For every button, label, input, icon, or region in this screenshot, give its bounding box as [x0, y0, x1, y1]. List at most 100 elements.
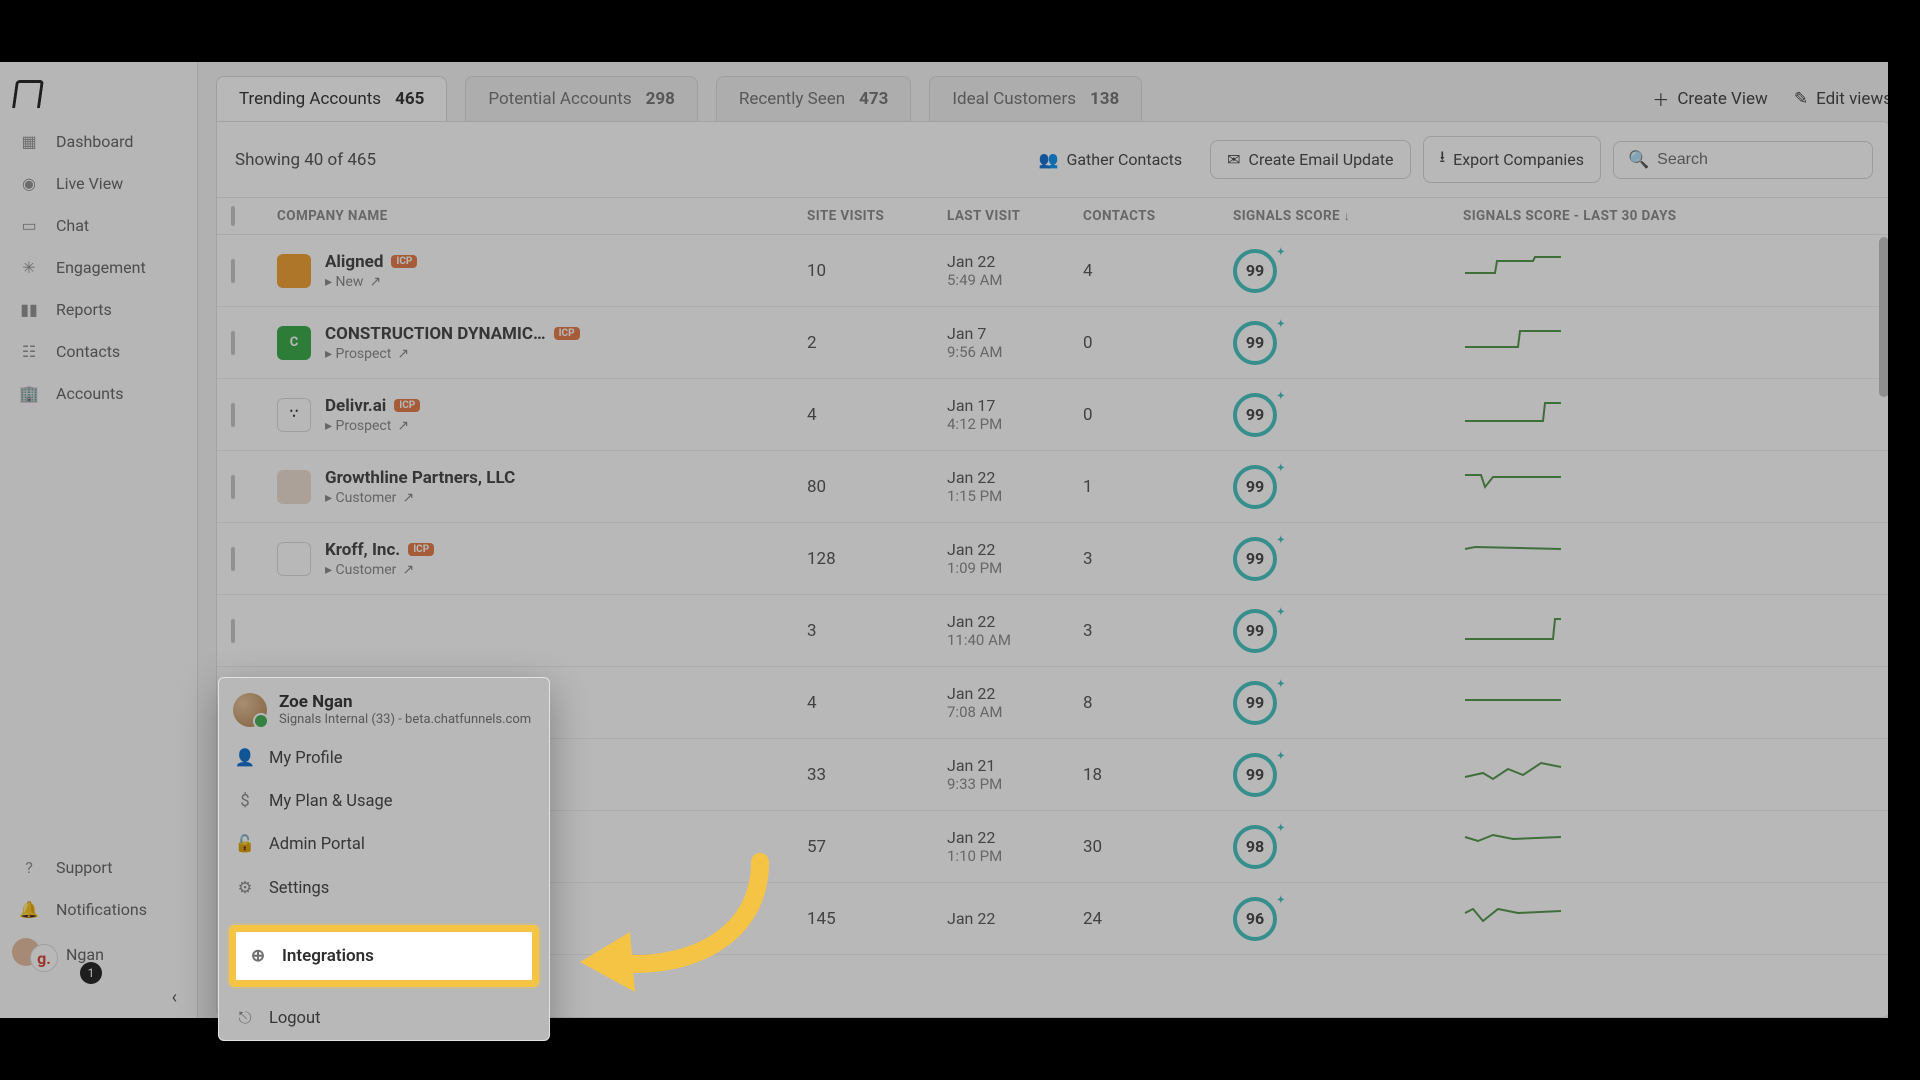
engagement-icon: ✳ [18, 256, 40, 278]
col-score[interactable]: SIGNALS SCORE ↓ [1233, 208, 1463, 224]
sidebar-item-label: Engagement [56, 258, 146, 277]
contacts-count: 18 [1083, 765, 1233, 785]
company-name: Kroff, Inc. ICP [325, 540, 434, 560]
menu-admin-portal[interactable]: 🔓 Admin Portal [219, 823, 549, 866]
view-tabs: Trending Accounts465 Potential Accounts29… [216, 76, 1892, 121]
table-row[interactable]: Kroff, Inc. ICP ▸ Customer ↗ 128Jan 221:09… [217, 523, 1891, 595]
col-score30[interactable]: SIGNALS SCORE - LAST 30 DAYS [1463, 208, 1823, 224]
company-name: CONSTRUCTION DYNAMIC… ICP [325, 324, 580, 344]
table-row[interactable]: Growthline Partners, LLC▸ Customer ↗80Ja… [217, 451, 1891, 523]
menu-logout[interactable]: ⎋ Logout [219, 997, 549, 1040]
collapse-sidebar-button[interactable]: ‹ [172, 987, 177, 1008]
sidebar-item-accounts[interactable]: 🏢 Accounts [0, 372, 197, 414]
scrollbar-thumb[interactable] [1879, 237, 1889, 397]
site-visits: 80 [807, 477, 947, 497]
icp-badge: ICP [408, 543, 434, 556]
signals-score: 98 [1233, 825, 1277, 869]
menu-settings[interactable]: ⚙ Settings [219, 866, 549, 910]
popup-user-name: Zoe Ngan [279, 692, 531, 712]
sidebar-item-support[interactable]: ? Support [0, 846, 197, 888]
highlight-integrations[interactable]: ⊕ Integrations [229, 925, 539, 987]
external-link-icon[interactable]: ↗ [369, 274, 381, 290]
sidebar-item-notifications[interactable]: 🔔 Notifications [0, 888, 197, 930]
sort-desc-icon: ↓ [1344, 209, 1350, 223]
site-visits: 3 [807, 621, 947, 641]
sidebar-item-label: Accounts [56, 384, 123, 403]
last-visit-date: Jan 22 [947, 684, 1083, 703]
col-visits[interactable]: SITE VISITS [807, 208, 947, 224]
last-visit-time: 1:10 PM [947, 847, 1083, 865]
external-link-icon[interactable]: ↗ [402, 490, 414, 506]
last-visit-date: Jan 22 [947, 252, 1083, 271]
last-visit-time: 11:40 AM [947, 631, 1083, 649]
lock-icon: 🔓 [235, 835, 255, 854]
create-email-update-button[interactable]: ✉ Create Email Update [1210, 140, 1410, 179]
sidebar-item-label: Support [56, 858, 112, 877]
signals-score: 99 [1233, 753, 1277, 797]
company-logo: ∵ [277, 398, 311, 432]
col-lastvisit[interactable]: LAST VISIT [947, 208, 1083, 224]
bell-icon: 🔔 [18, 898, 40, 920]
table-row[interactable]: ∵Delivr.ai ICP▸ Prospect ↗4Jan 174:12 PM… [217, 379, 1891, 451]
dashboard-icon: ▦ [18, 130, 40, 152]
last-visit-date: Jan 22 [947, 468, 1083, 487]
signals-score: 99 [1233, 465, 1277, 509]
row-checkbox[interactable] [231, 259, 235, 283]
row-checkbox[interactable] [231, 403, 235, 427]
menu-plan-usage[interactable]: $ My Plan & Usage [219, 780, 549, 823]
col-company[interactable]: COMPANY NAME [277, 208, 807, 224]
row-checkbox[interactable] [231, 619, 235, 643]
last-visit-time: 1:09 PM [947, 559, 1083, 577]
external-link-icon[interactable]: ↗ [397, 418, 409, 434]
signals-score: 99 [1233, 609, 1277, 653]
create-view-button[interactable]: ＋ Create View [1652, 86, 1767, 111]
menu-my-profile[interactable]: 👤 My Profile [219, 737, 549, 780]
sparkline [1463, 611, 1823, 650]
sidebar-item-dashboard[interactable]: ▦ Dashboard [0, 120, 197, 162]
plus-icon: ＋ [1652, 86, 1669, 111]
person-add-icon: 👥 [1039, 150, 1059, 169]
company-logo [277, 254, 311, 288]
tab-potential-accounts[interactable]: Potential Accounts298 [465, 76, 698, 121]
col-contacts[interactable]: CONTACTS [1083, 208, 1233, 224]
row-checkbox[interactable] [231, 331, 235, 355]
company-logo [277, 614, 311, 648]
external-link-icon[interactable]: ↗ [402, 562, 414, 578]
app-logo[interactable] [0, 72, 197, 120]
help-icon: ? [18, 856, 40, 878]
select-all-checkbox[interactable] [231, 206, 235, 226]
last-visit-date: Jan 22 [947, 540, 1083, 559]
site-visits: 128 [807, 549, 947, 569]
tab-ideal-customers[interactable]: Ideal Customers138 [929, 76, 1142, 121]
avatar: g. [12, 936, 56, 972]
search-input[interactable]: 🔍 [1613, 141, 1873, 179]
sidebar-item-contacts[interactable]: ☷ Contacts [0, 330, 197, 372]
row-checkbox[interactable] [231, 475, 235, 499]
sidebar-item-label: Reports [56, 300, 112, 319]
edit-views-button[interactable]: ✎ Edit views [1794, 86, 1892, 111]
sparkline [1463, 683, 1823, 722]
company-subtype: ▸ Customer ↗ [325, 562, 434, 578]
gather-contacts-button[interactable]: 👥 Gather Contacts [1023, 141, 1199, 178]
sidebar-item-liveview[interactable]: ◉ Live View [0, 162, 197, 204]
sparkline [1463, 827, 1823, 866]
eye-icon: ◉ [18, 172, 40, 194]
row-checkbox[interactable] [231, 547, 235, 571]
tab-recently-seen[interactable]: Recently Seen473 [716, 76, 912, 121]
sidebar-item-label: Live View [56, 174, 123, 193]
sidebar-item-reports[interactable]: ▮▮ Reports [0, 288, 197, 330]
external-link-icon[interactable]: ↗ [397, 346, 409, 362]
export-companies-button[interactable]: ⭳ Export Companies [1423, 136, 1602, 183]
tab-trending-accounts[interactable]: Trending Accounts465 [216, 76, 447, 121]
table-row[interactable]: 3Jan 2211:40 AM399 [217, 595, 1891, 667]
table-header: COMPANY NAME SITE VISITS LAST VISIT CONT… [217, 197, 1891, 235]
signals-score: 99 [1233, 321, 1277, 365]
sidebar-item-engagement[interactable]: ✳ Engagement [0, 246, 197, 288]
sidebar-item-chat[interactable]: ▭ Chat [0, 204, 197, 246]
logout-icon: ⎋ [235, 1009, 255, 1028]
contacts-count: 0 [1083, 405, 1233, 425]
sidebar-user[interactable]: g. Ngan 1 [0, 930, 197, 978]
table-row[interactable]: Aligned ICP▸ New ↗10Jan 225:49 AM499 [217, 235, 1891, 307]
table-row[interactable]: CCONSTRUCTION DYNAMIC… ICP▸ Prospect ↗2J… [217, 307, 1891, 379]
company-subtype: ▸ New ↗ [325, 274, 417, 290]
